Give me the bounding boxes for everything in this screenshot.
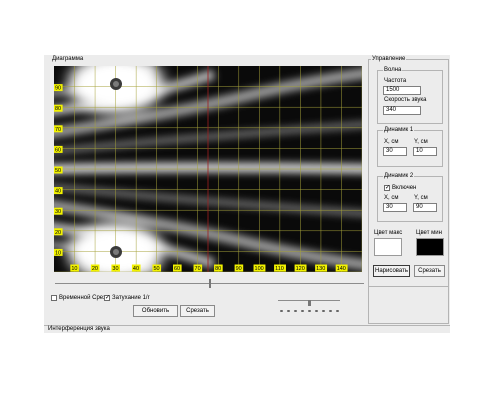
speaker-2-enabled-label: Включен <box>392 185 417 191</box>
y-tick-80: 80 <box>54 104 63 112</box>
y-tick-40-text: 40 <box>55 189 61 195</box>
x-tick-140-text: 140 <box>337 266 346 272</box>
speaker-2-group: Динамик 2 ✓ Включен X, см Y, см 30 90 <box>377 172 443 222</box>
x-tick-130: 130 <box>315 264 328 272</box>
x-tick-50: 50 <box>152 264 162 272</box>
speaker-2-x-label: X, см <box>384 195 399 201</box>
speaker-1-marker[interactable] <box>110 246 122 258</box>
speaker-2-y-input[interactable]: 90 <box>413 203 437 212</box>
y-tick-60-text: 60 <box>55 147 61 153</box>
app-window: Диаграмма 90 80 70 60 50 40 30 20 10 10 … <box>44 55 450 333</box>
x-tick-80: 80 <box>214 264 223 272</box>
color-min-swatch[interactable] <box>416 238 444 256</box>
decay-checkbox[interactable]: ✓ <box>104 295 110 301</box>
x-tick-20: 20 <box>90 264 100 272</box>
y-tick-20: 20 <box>54 228 63 236</box>
status-text: Интерференция звука <box>48 326 110 332</box>
x-tick-60: 60 <box>173 264 182 272</box>
x-tick-110-text: 110 <box>275 266 284 272</box>
speaker-2-title: Динамик 2 <box>383 172 415 180</box>
x-tick-40: 40 <box>131 264 141 272</box>
speaker-2-x-input[interactable]: 30 <box>383 203 407 212</box>
color-max-swatch[interactable] <box>374 238 402 256</box>
x-tick-140: 140 <box>335 264 348 272</box>
y-tick-10-text: 10 <box>55 250 61 256</box>
x-tick-30: 30 <box>111 264 120 272</box>
speaker-1-group: Динамик 1 X, см Y, см 30 10 <box>377 126 443 167</box>
x-tick-20-text: 20 <box>92 266 98 272</box>
y-tick-10: 10 <box>54 248 63 256</box>
y-tick-50: 50 <box>54 166 63 174</box>
speaker-2-enabled-checkbox[interactable]: ✓ <box>384 185 390 191</box>
y-tick-90: 90 <box>54 84 63 92</box>
diagram-panel: Диаграмма 90 80 70 60 50 40 30 20 10 10 … <box>46 55 365 324</box>
y-tick-70-text: 70 <box>55 127 61 133</box>
x-tick-90-text: 90 <box>236 266 242 272</box>
wave-group: Волна Частота 1500 Скорость звука 340 <box>377 66 443 124</box>
x-tick-10: 10 <box>70 264 79 272</box>
y-tick-40: 40 <box>54 187 63 195</box>
diagram-title: Диаграмма <box>51 55 85 63</box>
draw-button[interactable]: Нарисовать <box>373 265 410 277</box>
speaker-1-y-label: Y, см <box>414 139 428 145</box>
y-tick-50-text: 50 <box>55 168 61 174</box>
color-max-label: Цвет макс <box>374 230 403 236</box>
controls-panel-footer <box>368 287 449 324</box>
decay-slider[interactable] <box>278 300 340 314</box>
interference-plot[interactable]: 90 80 70 60 50 40 30 20 10 10 20 30 40 50 60 70 80 90 100… <box>54 66 362 272</box>
x-tick-130-text: 130 <box>316 266 325 272</box>
speaker-1-title: Динамик 1 <box>383 126 415 134</box>
x-tick-100: 100 <box>253 264 266 272</box>
frequency-input[interactable]: 1500 <box>383 86 421 95</box>
time-slider[interactable] <box>55 279 364 289</box>
cut-button[interactable]: Срезать <box>414 265 445 277</box>
x-tick-110: 110 <box>274 264 286 272</box>
y-tick-20-text: 20 <box>55 230 61 236</box>
y-tick-90-text: 90 <box>55 86 61 92</box>
y-tick-80-text: 80 <box>55 106 61 112</box>
speaker-1-x-label: X, см <box>384 139 399 145</box>
wave-title: Волна <box>383 66 403 74</box>
y-tick-60: 60 <box>54 145 63 153</box>
cut-bottom-button[interactable]: Срезать <box>180 305 215 317</box>
y-tick-30: 30 <box>54 207 63 215</box>
x-tick-10-text: 10 <box>71 266 77 272</box>
x-tick-40-text: 40 <box>133 266 139 272</box>
color-min-label: Цвет мин <box>416 230 442 236</box>
sound-speed-input[interactable]: 340 <box>383 106 421 115</box>
x-tick-30-text: 30 <box>112 266 118 272</box>
x-tick-100-text: 100 <box>255 266 264 272</box>
x-tick-80-text: 80 <box>215 266 221 272</box>
speaker-1-y-input[interactable]: 10 <box>413 147 437 156</box>
x-tick-120-text: 120 <box>296 266 305 272</box>
x-tick-70: 70 <box>193 264 203 272</box>
sound-speed-label: Скорость звука <box>384 97 427 103</box>
x-tick-70-text: 70 <box>195 266 201 272</box>
controls-title: Управление <box>371 55 407 63</box>
x-tick-50-text: 50 <box>153 266 159 272</box>
status-bar: Интерференция звука <box>44 325 450 334</box>
y-tick-70: 70 <box>54 125 63 133</box>
speaker-2-marker[interactable] <box>110 78 122 90</box>
x-tick-60-text: 60 <box>174 266 180 272</box>
decay-label: Затухание 1/r <box>112 295 150 301</box>
time-cut-checkbox[interactable] <box>51 295 57 301</box>
update-button[interactable]: Обновить <box>133 305 178 317</box>
controls-panel: Управление Волна Частота 1500 Скорость з… <box>368 55 449 287</box>
speaker-1-x-input[interactable]: 30 <box>383 147 407 156</box>
y-tick-30-text: 30 <box>55 209 61 215</box>
time-cut-label: Временной Срез <box>59 295 106 301</box>
frequency-label: Частота <box>384 78 407 84</box>
speaker-2-y-label: Y, см <box>414 195 428 201</box>
x-tick-120: 120 <box>294 264 307 272</box>
x-tick-90: 90 <box>234 264 244 272</box>
